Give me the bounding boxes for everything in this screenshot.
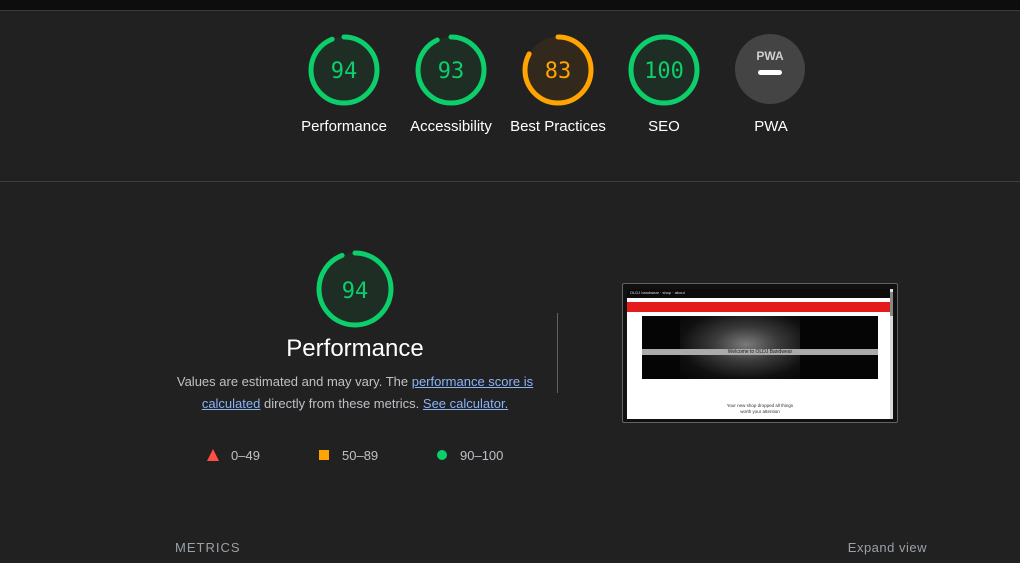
screenshot-navbar: OLDJ bandwear · shop · about <box>627 289 893 298</box>
screenshot-nav-text: OLDJ bandwear · shop · about <box>630 290 685 295</box>
score-gauge: 94 <box>308 34 380 106</box>
screenshot-red-banner <box>627 302 893 312</box>
see-calculator-link[interactable]: See calculator. <box>423 396 508 411</box>
legend-range: 0–49 <box>231 447 260 463</box>
performance-title: Performance <box>286 335 424 362</box>
gauge-seo[interactable]: 100 SEO <box>614 33 714 138</box>
top-bar <box>0 0 1020 11</box>
screenshot-heading: Welcome to OLDJ Bandwear <box>727 349 793 355</box>
portrait-image <box>680 316 800 379</box>
gauge-best-practices[interactable]: 83 Best Practices <box>508 33 608 138</box>
expand-view-button[interactable]: Expand view <box>848 540 927 555</box>
pwa-badge-text: PWA <box>756 49 784 63</box>
performance-section: 94 Performance Values are estimated and … <box>170 240 540 415</box>
screenshot-scrollbar <box>890 289 893 419</box>
legend-range: 50–89 <box>342 447 379 463</box>
screenshot-body-text: Your new shop dropped all things worth y… <box>627 403 893 415</box>
description-text: directly from these metrics. <box>260 396 423 411</box>
gauge-accessibility[interactable]: 93 Accessibility <box>401 33 501 138</box>
category-summary: 94 Performance 93 Accessibility 83 Best … <box>0 11 1020 181</box>
score-gauge: 93 <box>415 34 487 106</box>
square-icon <box>319 450 329 460</box>
circle-icon <box>437 450 447 460</box>
triangle-icon <box>207 449 219 461</box>
score-gauge: 83 <box>522 34 594 106</box>
legend-pass: 90–100 <box>436 445 503 465</box>
gauge-score: 93 <box>438 59 465 84</box>
gauge-score: 100 <box>644 59 684 84</box>
vertical-divider <box>557 313 558 393</box>
final-screenshot[interactable]: OLDJ bandwear · shop · about Welcome to … <box>622 283 898 423</box>
legend-average: 50–89 <box>318 445 378 465</box>
gauge-label: SEO <box>648 118 680 135</box>
performance-gauge: 94 <box>316 250 394 328</box>
screenshot-hero-image: Welcome to OLDJ Bandwear <box>642 316 878 379</box>
gauge-pwa[interactable]: PWA PWA <box>721 33 821 138</box>
score-gauge: 100 <box>628 34 700 106</box>
metrics-header: METRICS <box>175 540 241 555</box>
legend-range: 90–100 <box>460 447 504 463</box>
gauge-score: 83 <box>545 59 572 84</box>
gauge-performance[interactable]: 94 Performance <box>294 33 394 138</box>
screenshot-body-line: worth your attention <box>740 409 780 414</box>
gauge-label: Accessibility <box>410 118 492 135</box>
gauge-score: 94 <box>331 59 358 84</box>
pwa-badge-icon: PWA <box>735 34 805 104</box>
legend-fail: 0–49 <box>207 445 260 465</box>
gauge-label: Performance <box>301 118 387 135</box>
description-text: Values are estimated and may vary. The <box>176 374 412 389</box>
performance-description: Values are estimated and may vary. The p… <box>170 371 540 415</box>
screenshot-page: OLDJ bandwear · shop · about Welcome to … <box>627 289 893 419</box>
gauge-label: Best Practices <box>510 118 606 135</box>
section-divider <box>0 181 1020 182</box>
gauge-label: PWA <box>754 118 788 135</box>
performance-score: 94 <box>342 279 369 304</box>
